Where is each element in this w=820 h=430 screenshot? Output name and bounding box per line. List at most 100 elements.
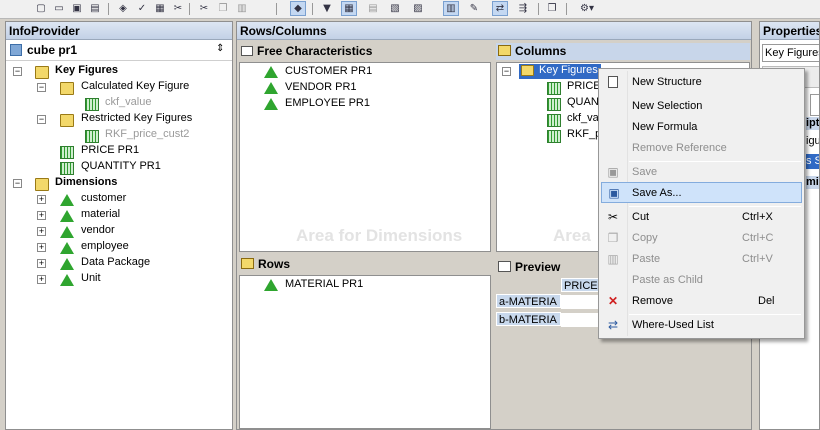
expand-icon[interactable]: + [37, 275, 46, 284]
new-icon[interactable]: ▢ [33, 1, 49, 16]
collapse-icon[interactable]: − [502, 67, 511, 76]
expand-icon[interactable]: + [37, 227, 46, 236]
table-icon[interactable]: ▨ [410, 1, 426, 16]
tree-calculated[interactable]: Calculated Key Figure [81, 80, 189, 92]
keyfigure-icon [547, 82, 561, 95]
free-characteristics-area[interactable]: CUSTOMER PR1 VENDOR PR1 EMPLOYEE PR1 Are… [239, 62, 491, 252]
menu-paste[interactable]: ▥ Paste Ctrl+V [601, 249, 802, 270]
tools-icon[interactable]: ⚙▾ [574, 1, 600, 16]
menu-paste-as-child[interactable]: Paste as Child [601, 270, 802, 291]
col-key-figures[interactable]: Key Figures [539, 64, 598, 76]
tree-key-figures[interactable]: Key Figures [55, 64, 118, 76]
cut-icon[interactable]: ✂ [170, 1, 186, 16]
columns-header: Columns [496, 43, 750, 60]
menu-new-structure[interactable]: New Structure [601, 72, 802, 93]
collapse-icon[interactable]: − [13, 67, 22, 76]
row-item[interactable]: MATERIAL PR1 [285, 278, 363, 290]
tree-dim[interactable]: Unit [81, 272, 101, 284]
col-item[interactable]: PRICE [567, 80, 601, 92]
tree-rkf[interactable]: RKF_price_cust2 [105, 128, 189, 140]
expand-icon[interactable]: + [37, 211, 46, 220]
properties-fragment: mica [806, 176, 819, 189]
properties-header: Properties [760, 22, 819, 40]
check-icon[interactable]: ✓ [134, 1, 150, 16]
tree-dim[interactable]: material [81, 208, 120, 220]
properties-dropdown[interactable] [810, 94, 819, 116]
selected-key-figures[interactable]: Key Figures [519, 64, 601, 79]
tree-quantity[interactable]: QUANTITY PR1 [81, 160, 161, 172]
formula-keyfigure-icon [85, 98, 99, 111]
free-char-item[interactable]: EMPLOYEE PR1 [285, 97, 370, 109]
menu-copy[interactable]: ❐ Copy Ctrl+C [601, 228, 802, 249]
cube-name: cube pr1 [27, 43, 78, 57]
filter-icon[interactable]: ▼ [319, 1, 335, 16]
publish-icon[interactable]: ◈ [115, 1, 131, 16]
preview-row-header: a-MATERIA [496, 294, 561, 308]
menu-label: Copy [632, 232, 658, 244]
characteristic-icon [264, 82, 278, 94]
folder-icon [521, 65, 534, 76]
rows-icon [241, 258, 254, 269]
expand-icon[interactable]: + [37, 259, 46, 268]
menu-label: Remove Reference [632, 142, 727, 154]
menu-remove[interactable]: ✕ Remove Del [601, 291, 802, 312]
dimension-icon [60, 274, 74, 286]
collapse-icon[interactable]: − [37, 83, 46, 92]
menu-label: Save As... [632, 187, 682, 199]
menu-label: Save [632, 166, 658, 178]
expand-icon[interactable]: + [37, 243, 46, 252]
tree-price[interactable]: PRICE PR1 [81, 144, 139, 156]
structure-icon[interactable]: ⇶ [515, 1, 531, 16]
copy-icon: ❐ [607, 231, 619, 245]
free-characteristics-title: Free Characteristics [257, 44, 373, 58]
collapse-icon[interactable]: − [37, 115, 46, 124]
cut-icon[interactable]: ✂ [196, 1, 212, 16]
free-char-item[interactable]: VENDOR PR1 [285, 81, 357, 93]
expand-icon[interactable]: + [37, 195, 46, 204]
folder-icon [60, 82, 74, 95]
menu-cut[interactable]: ✂ Cut Ctrl+X [601, 207, 802, 228]
cell-icon[interactable]: ▥ [443, 1, 459, 16]
collapse-icon[interactable]: − [13, 179, 22, 188]
tree-dim[interactable]: employee [81, 240, 129, 252]
open-icon[interactable]: ▭ [51, 1, 67, 16]
menu-save[interactable]: ▣ Save [601, 162, 802, 183]
free-char-item[interactable]: CUSTOMER PR1 [285, 65, 372, 77]
dimension-icon [60, 210, 74, 222]
save-icon[interactable]: ▣ [69, 1, 85, 16]
toolbar: ▢ ▭ ▣ ▤ ◈ ✓ ▦ ✂ ✂ ❐ ▥ ◆ ▼ ▦ ▤ ▧ ▨ ▥ ✎ ⇄ … [0, 0, 820, 19]
col-item[interactable]: ckf_va [567, 112, 599, 124]
tasks-icon[interactable]: ✎ [466, 1, 482, 16]
menu-save-as[interactable]: ▣ Save As... [601, 182, 802, 203]
tree-ckf-value[interactable]: ckf_value [105, 96, 151, 108]
properties-icon[interactable]: ▦ [152, 1, 168, 16]
properties-fragment: igure [806, 135, 819, 147]
infoprovider-icon[interactable]: ◆ [290, 1, 306, 16]
tree-dim[interactable]: vendor [81, 224, 115, 236]
conditions-icon[interactable]: ▤ [365, 1, 381, 16]
dimension-icon [60, 242, 74, 254]
properties-fragment: ipti [806, 117, 819, 130]
tree-restricted[interactable]: Restricted Key Figures [81, 112, 192, 124]
paste-icon[interactable]: ▥ [234, 1, 250, 16]
menu-new-formula[interactable]: New Formula [601, 117, 802, 138]
structure-icon[interactable]: ❐ [544, 1, 560, 16]
menu-remove-reference[interactable]: Remove Reference [601, 138, 802, 159]
tree-dimensions[interactable]: Dimensions [55, 176, 117, 188]
properties-field[interactable]: Key Figures [762, 44, 819, 62]
characteristic-icon [264, 98, 278, 110]
exceptions-icon[interactable]: ▧ [387, 1, 403, 16]
menu-where-used[interactable]: ⇄ Where-Used List [601, 315, 802, 336]
rows-area[interactable]: MATERIAL PR1 [239, 275, 491, 429]
save-all-icon[interactable]: ▤ [87, 1, 103, 16]
tree-dim[interactable]: customer [81, 192, 126, 204]
menu-new-selection[interactable]: New Selection [601, 96, 802, 117]
rows-columns-icon[interactable]: ▦ [341, 1, 357, 16]
save-icon: ▣ [607, 165, 619, 179]
copy-icon[interactable]: ❐ [215, 1, 231, 16]
col-item[interactable]: RKF_p [567, 128, 601, 140]
sort-icon[interactable]: ⇕ [216, 43, 224, 54]
tree-dim[interactable]: Data Package [81, 256, 150, 268]
cube-selector[interactable]: cube pr1 ⇕ [6, 41, 232, 61]
where-used-icon[interactable]: ⇄ [492, 1, 508, 16]
